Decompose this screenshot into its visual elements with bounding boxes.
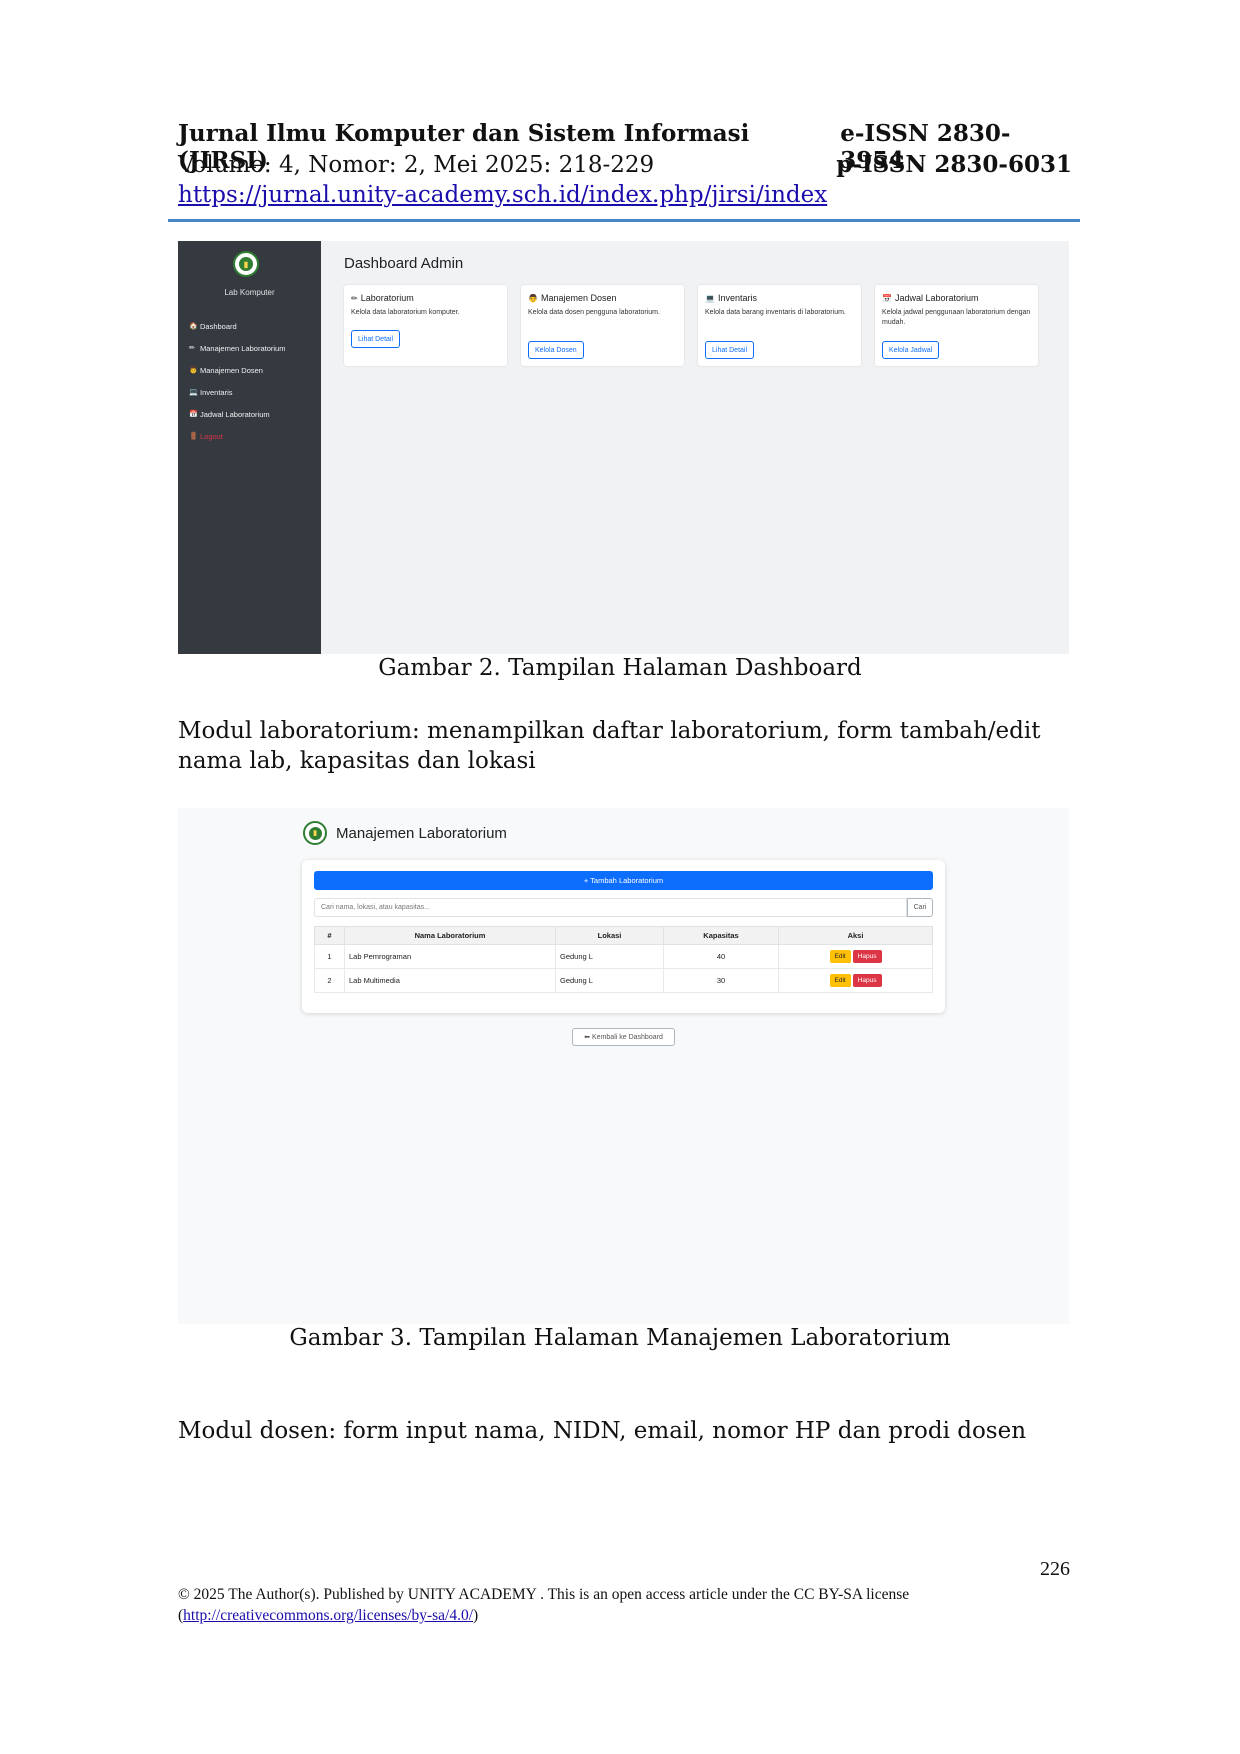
teacher-icon: 👨	[528, 293, 538, 303]
figure-2-caption: Gambar 2. Tampilan Halaman Dashboard	[378, 655, 862, 681]
license-footer: © 2025 The Author(s). Published by UNITY…	[178, 1584, 1078, 1626]
hapus-button[interactable]: Hapus	[852, 950, 882, 963]
column-header: Lokasi	[555, 926, 664, 945]
page-title: Manajemen Laboratorium	[336, 825, 507, 842]
search-input[interactable]: Cari nama, lokasi, atau kapasitas...	[314, 898, 907, 917]
license-text: © 2025 The Author(s). Published by UNITY…	[178, 1586, 910, 1603]
card-jadwal-laboratorium: 📅 Jadwal Laboratorium Kelola jadwal peng…	[875, 285, 1038, 366]
card-title: 💻 Inventaris	[705, 293, 854, 303]
sidebar: ▮ Lab Komputer 🏠 Dashboard ✏ Manajemen L…	[178, 241, 321, 654]
cell-nama: Lab Pemrograman	[344, 944, 556, 969]
calendar-icon: 📅	[189, 411, 198, 418]
home-icon: 🏠	[189, 323, 198, 330]
table-row: 1 Lab Pemrograman Gedung L 40 Edit Hapus	[314, 944, 933, 969]
sidebar-item-label: Logout	[200, 431, 223, 441]
pencil-icon: ✏	[189, 345, 195, 352]
license-link[interactable]: http://creativecommons.org/licenses/by-s…	[183, 1607, 473, 1624]
card-inventaris: 💻 Inventaris Kelola data barang inventar…	[698, 285, 861, 366]
lab-table: # Nama Laboratorium Lokasi Kapasitas Aks…	[314, 926, 933, 993]
column-header: Kapasitas	[663, 926, 779, 945]
page-number: 226	[1040, 1558, 1070, 1580]
card-description: Kelola data barang inventaris di laborat…	[705, 309, 846, 316]
cell-lokasi: Gedung L	[555, 968, 664, 993]
license-link-line: (http://creativecommons.org/licenses/by-…	[178, 1605, 1078, 1626]
back-arrow-icon: ⬅	[584, 1034, 591, 1041]
sidebar-item-manajemen-dosen[interactable]: 👨 Manajemen Dosen	[189, 359, 285, 381]
cell-lokasi: Gedung L	[555, 944, 664, 969]
hapus-button[interactable]: Hapus	[852, 974, 882, 987]
card-description: Kelola data dosen pengguna laboratorium.	[528, 309, 660, 316]
paragraph-modul-dosen: Modul dosen: form input nama, NIDN, emai…	[178, 1418, 1027, 1444]
lab-logo-icon: ▮	[233, 251, 259, 277]
sidebar-item-manajemen-laboratorium[interactable]: ✏ Manajemen Laboratorium	[189, 337, 285, 359]
kelola-jadwal-button[interactable]: Kelola Jadwal	[882, 341, 940, 359]
journal-url-link[interactable]: https://jurnal.unity-academy.sch.id/inde…	[178, 182, 827, 208]
cell-kapasitas: 30	[663, 968, 779, 993]
cell-kapasitas: 40	[663, 944, 779, 969]
card-title-text: Laboratorium	[360, 293, 414, 303]
kelola-dosen-button[interactable]: Kelola Dosen	[528, 341, 584, 359]
edit-button[interactable]: Edit	[829, 950, 851, 963]
lihat-detail-inventaris-button[interactable]: Lihat Detail	[705, 341, 755, 359]
paragraph-modul-laboratorium: Modul laboratorium: menampilkan daftar l…	[178, 718, 1041, 774]
cell-no: 2	[314, 968, 345, 993]
table-row: 2 Lab Multimedia Gedung L 30 Edit Hapus	[314, 968, 933, 993]
sidebar-item-label: Jadwal Laboratorium	[200, 409, 270, 419]
table-header-row: # Nama Laboratorium Lokasi Kapasitas Aks…	[314, 926, 933, 945]
figure-3-caption: Gambar 3. Tampilan Halaman Manajemen Lab…	[289, 1325, 951, 1351]
sidebar-item-logout[interactable]: 🚪 Logout	[189, 425, 285, 447]
card-title-text: Manajemen Dosen	[540, 293, 617, 303]
column-header: Nama Laboratorium	[344, 926, 556, 945]
sidebar-item-jadwal-laboratorium[interactable]: 📅 Jadwal Laboratorium	[189, 403, 285, 425]
page-title: Dashboard Admin	[344, 255, 464, 272]
sidebar-item-dashboard[interactable]: 🏠 Dashboard	[189, 315, 285, 337]
journal-header: Jurnal Ilmu Komputer dan Sistem Informas…	[178, 120, 1072, 213]
cell-aksi: Edit Hapus	[778, 968, 933, 993]
pencil-icon: ✏	[351, 293, 358, 303]
calendar-icon: 📅	[882, 293, 892, 303]
back-button-label: Kembali ke Dashboard	[592, 1033, 663, 1041]
pissn: p-ISSN 2830-6031	[836, 151, 1072, 178]
lihat-detail-button[interactable]: Lihat Detail	[351, 330, 401, 348]
journal-volume: Volume: 4, Nomor: 2, Mei 2025: 218-229	[178, 152, 655, 178]
sidebar-item-label: Inventaris	[200, 387, 233, 397]
lab-name: Lab Komputer	[224, 288, 275, 297]
sidebar-item-label: Manajemen Dosen	[200, 365, 263, 375]
laptop-icon: 💻	[705, 293, 715, 303]
card-description: Kelola jadwal penggunaan laboratorium de…	[882, 309, 1031, 326]
tambah-laboratorium-button[interactable]: + Tambah Laboratorium	[314, 871, 933, 890]
column-header: #	[314, 926, 345, 945]
dashboard-cards: ✏ Laboratorium Kelola data laboratorium …	[344, 285, 1038, 366]
search-button[interactable]: Cari	[907, 898, 933, 917]
edit-button[interactable]: Edit	[829, 974, 851, 987]
cell-nama: Lab Multimedia	[344, 968, 556, 993]
cell-no: 1	[314, 944, 345, 969]
lab-logo-icon: ▮	[303, 821, 327, 845]
card-title: ✏ Laboratorium	[351, 293, 500, 303]
card-laboratorium: ✏ Laboratorium Kelola data laboratorium …	[344, 285, 507, 366]
card-description: Kelola data laboratorium komputer.	[351, 309, 460, 316]
close-paren: )	[473, 1607, 479, 1624]
manajemen-laboratorium-screenshot: ▮ Manajemen Laboratorium + Tambah Labora…	[178, 808, 1069, 1324]
sidebar-item-inventaris[interactable]: 💻 Inventaris	[189, 381, 285, 403]
card-title-text: Jadwal Laboratorium	[894, 293, 979, 303]
cell-aksi: Edit Hapus	[778, 944, 933, 969]
laptop-icon: 💻	[189, 389, 198, 396]
lab-list-card: + Tambah Laboratorium Cari nama, lokasi,…	[302, 860, 945, 1013]
header-divider	[168, 219, 1080, 222]
card-manajemen-dosen: 👨 Manajemen Dosen Kelola data dosen peng…	[521, 285, 684, 366]
column-header: Aksi	[778, 926, 933, 945]
sidebar-item-label: Dashboard	[200, 321, 237, 331]
sidebar-nav: 🏠 Dashboard ✏ Manajemen Laboratorium 👨 M…	[189, 315, 285, 447]
logout-icon: 🚪	[189, 433, 198, 440]
teacher-icon: 👨	[189, 367, 198, 374]
sidebar-item-label: Manajemen Laboratorium	[200, 343, 286, 353]
card-title: 👨 Manajemen Dosen	[528, 293, 677, 303]
dashboard-screenshot: ▮ Lab Komputer 🏠 Dashboard ✏ Manajemen L…	[178, 241, 1069, 654]
card-title-text: Inventaris	[717, 293, 757, 303]
kembali-ke-dashboard-button[interactable]: ⬅ Kembali ke Dashboard	[572, 1028, 675, 1046]
card-title: 📅 Jadwal Laboratorium	[882, 293, 1031, 303]
